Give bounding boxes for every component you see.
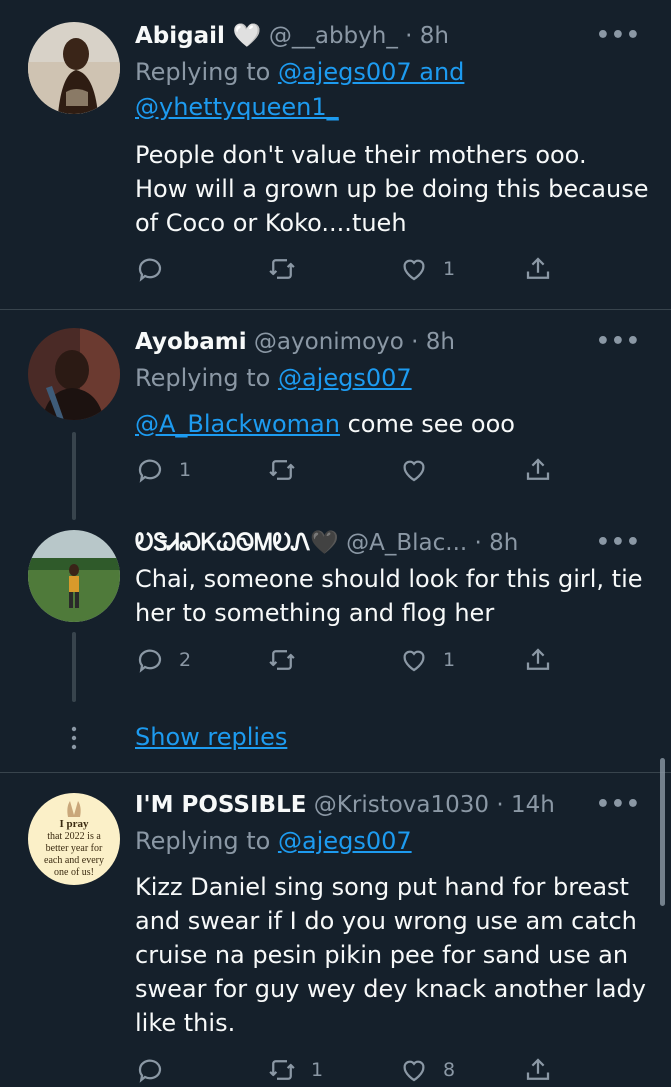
heart-icon	[403, 650, 425, 672]
reply-mention-link[interactable]: @ajegs007 and	[278, 58, 464, 86]
reply-icon	[138, 1059, 162, 1083]
reply-mention-link[interactable]: @yhettyqueen1_	[135, 93, 339, 121]
replying-to: Replying to @ajegs007	[135, 827, 412, 855]
reply-icon	[138, 649, 162, 673]
show-replies-link[interactable]: Show replies	[135, 720, 287, 754]
reply-mention-link[interactable]: @ajegs007	[278, 364, 412, 392]
reply-button[interactable]	[135, 1053, 179, 1087]
timestamp[interactable]: · 14h	[496, 792, 554, 818]
avatar-caption: one of us!	[54, 867, 94, 878]
like-button[interactable]: 1	[399, 643, 455, 677]
like-button[interactable]: 8	[399, 1053, 455, 1087]
avatar[interactable]	[28, 530, 120, 622]
tweet-actions: 1	[135, 252, 565, 286]
avatar-caption: I pray	[59, 818, 89, 830]
reply-button[interactable]: 2	[135, 643, 191, 677]
avatar[interactable]	[28, 22, 120, 114]
reply-button[interactable]: 1	[135, 453, 191, 487]
tweet-text: People don't value their mothers ooo. Ho…	[135, 141, 649, 237]
retweet-icon	[269, 1060, 295, 1080]
avatar-caption: better year for	[46, 843, 103, 854]
tweet-text: Chai, someone should look for this girl,…	[135, 565, 643, 627]
more-options-icon[interactable]: •••	[596, 788, 641, 822]
tweet-abigail[interactable]: Abigail 🤍 @__abbyh_ · 8h ••• Replying to…	[0, 0, 671, 310]
tweet-im-possible[interactable]: I pray that 2022 is a better year for ea…	[0, 773, 671, 1083]
tweet-header: Ayobami @ayonimoyo · 8h •••	[135, 325, 671, 359]
replying-to: Replying to @ajegs007	[135, 364, 412, 392]
tweet-actions: 1	[135, 453, 565, 487]
share-button[interactable]	[523, 252, 553, 286]
scrollbar[interactable]	[660, 758, 665, 906]
timestamp[interactable]: · 8h	[411, 329, 455, 355]
share-button[interactable]	[523, 643, 553, 677]
reply-icon	[138, 459, 162, 483]
reply-mention-link[interactable]: @ajegs007	[278, 827, 412, 855]
avatar[interactable]: I pray that 2022 is a better year for ea…	[28, 793, 120, 885]
retweet-icon	[269, 650, 295, 670]
tweet-actions: 2 1	[135, 643, 565, 677]
heart-icon	[403, 460, 425, 482]
like-button[interactable]	[399, 453, 443, 487]
tweet-actions: 1 8	[135, 1053, 565, 1087]
avatar-caption: each and every	[44, 855, 104, 866]
timestamp[interactable]: · 8h	[405, 23, 449, 49]
share-icon	[526, 648, 550, 670]
more-options-icon[interactable]: •••	[596, 526, 641, 560]
more-options-icon[interactable]: •••	[596, 19, 641, 53]
replying-to: Replying to @ajegs007 and	[135, 58, 465, 86]
tweet-text: @A_Blackwoman come see ooo	[135, 410, 515, 438]
display-name[interactable]: ᎧᏕᏗᏍᏦᏇᏫᎷᎧᏁ🖤	[135, 530, 339, 556]
retweet-button[interactable]: 1	[267, 1053, 323, 1087]
share-icon	[526, 257, 550, 279]
handle[interactable]: @Kristova1030	[314, 792, 489, 818]
display-name[interactable]: I'M POSSIBLE	[135, 792, 306, 818]
more-options-icon[interactable]: •••	[596, 325, 641, 359]
retweet-icon	[269, 259, 295, 279]
reply-button[interactable]	[135, 252, 179, 286]
handle[interactable]: @A_Blac...	[346, 530, 467, 556]
retweet-button[interactable]	[267, 252, 311, 286]
share-icon	[526, 1058, 550, 1080]
display-name[interactable]: Ayobami	[135, 329, 247, 355]
replying-to-cont: @yhettyqueen1_	[135, 90, 339, 124]
tweet-ayobami[interactable]: Ayobami @ayonimoyo · 8h ••• Replying to …	[0, 310, 671, 510]
tweet-text: Kizz Daniel sing song put hand for breas…	[135, 873, 646, 1037]
timestamp[interactable]: · 8h	[475, 530, 519, 556]
avatar-caption: that 2022 is a	[47, 831, 101, 842]
share-button[interactable]	[523, 453, 553, 487]
retweet-button[interactable]	[267, 643, 311, 677]
share-icon	[526, 458, 550, 480]
retweet-icon	[269, 460, 295, 480]
tweet-header: Abigail 🤍 @__abbyh_ · 8h •••	[135, 19, 671, 53]
heart-icon	[403, 259, 425, 281]
display-name[interactable]: Abigail 🤍	[135, 23, 262, 49]
reply-icon	[138, 258, 162, 282]
like-button[interactable]: 1	[399, 252, 455, 286]
tweet-header: I'M POSSIBLE @Kristova1030 · 14h •••	[135, 788, 671, 822]
thread-connector	[72, 632, 76, 702]
mention-link[interactable]: @A_Blackwoman	[135, 410, 340, 438]
retweet-button[interactable]	[267, 453, 311, 487]
handle[interactable]: @__abbyh_	[269, 23, 398, 49]
handle[interactable]: @ayonimoyo	[254, 329, 404, 355]
vertical-dots-icon	[71, 726, 77, 750]
share-button[interactable]	[523, 1053, 553, 1087]
tweet-a-blackwoman[interactable]: ᎧᏕᏗᏍᏦᏇᏫᎷᎧᏁ🖤 @A_Blac... · 8h ••• Chai, so…	[0, 510, 671, 710]
avatar[interactable]	[28, 328, 120, 420]
thread-connector	[72, 432, 76, 520]
heart-icon	[403, 1060, 425, 1082]
tweet-header: ᎧᏕᏗᏍᏦᏇᏫᎷᎧᏁ🖤 @A_Blac... · 8h •••	[135, 526, 671, 560]
show-replies-row[interactable]: Show replies	[0, 712, 671, 762]
